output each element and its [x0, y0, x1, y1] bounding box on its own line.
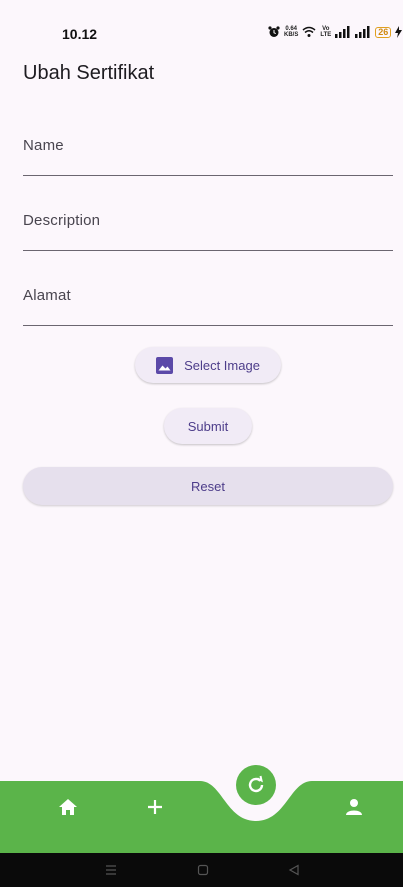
description-field[interactable]: Description — [23, 211, 393, 251]
network-speed: 0.64 KB/S — [284, 26, 299, 38]
refresh-button[interactable] — [236, 765, 276, 805]
back-icon[interactable] — [288, 864, 300, 876]
submit-label: Submit — [187, 418, 229, 434]
reset-label: Reset — [191, 478, 225, 494]
menu-icon[interactable] — [105, 864, 117, 876]
volte-indicator: Vo LTE — [320, 26, 332, 38]
select-image-button[interactable]: Select Image — [135, 347, 281, 383]
system-navigation-bar — [0, 853, 403, 887]
name-label: Name — [23, 137, 64, 154]
charging-icon — [395, 26, 403, 38]
reset-button[interactable]: Reset — [23, 467, 393, 505]
refresh-icon — [248, 775, 264, 793]
signal-icon-2 — [355, 26, 370, 38]
bottom-navigation — [0, 765, 403, 853]
battery-indicator: 26 — [375, 26, 392, 38]
select-image-label: Select Image — [184, 357, 260, 373]
add-icon[interactable] — [146, 798, 164, 816]
image-icon — [156, 356, 174, 374]
submit-button[interactable]: Submit — [164, 408, 252, 444]
person-icon[interactable] — [345, 798, 363, 816]
name-field[interactable]: Name — [23, 136, 393, 176]
status-bar: 10.12 0.64 KB/S Vo LTE 26 — [0, 0, 403, 52]
page-title: Ubah Sertifikat — [23, 62, 155, 84]
status-icons: 0.64 KB/S Vo LTE 26 — [268, 24, 403, 40]
signal-icon-1 — [335, 26, 350, 38]
alamat-field[interactable]: Alamat — [23, 286, 393, 326]
wifi-icon — [302, 26, 316, 37]
description-label: Description — [23, 212, 101, 229]
status-time: 10.12 — [62, 26, 98, 42]
alamat-label: Alamat — [23, 287, 71, 304]
square-icon[interactable] — [197, 864, 209, 876]
alarm-icon — [268, 26, 280, 37]
home-icon[interactable] — [58, 798, 78, 816]
